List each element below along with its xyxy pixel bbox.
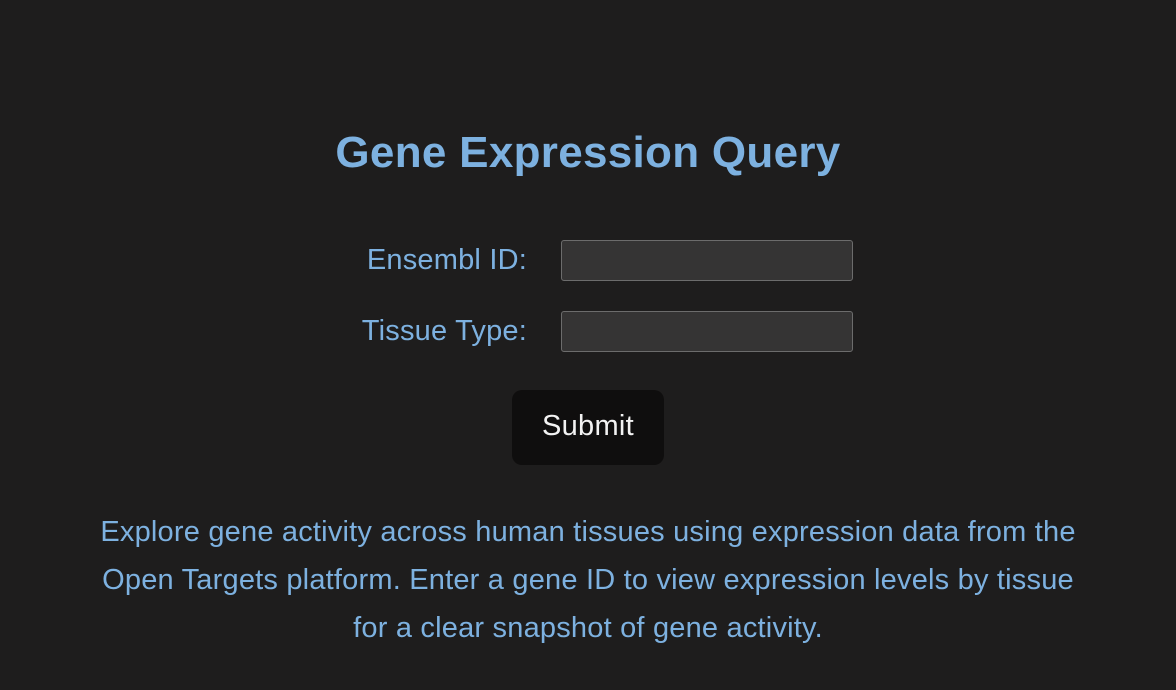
ensembl-id-input[interactable]: [561, 240, 853, 281]
description-text: Explore gene activity across human tissu…: [100, 509, 1076, 653]
ensembl-id-label: Ensembl ID:: [323, 244, 561, 277]
tissue-type-input[interactable]: [561, 311, 853, 352]
submit-button[interactable]: Submit: [512, 390, 664, 465]
tissue-type-row: Tissue Type:: [323, 311, 853, 352]
page-title: Gene Expression Query: [335, 128, 840, 178]
ensembl-id-row: Ensembl ID:: [323, 240, 853, 281]
query-form: Ensembl ID: Tissue Type: Submit: [323, 240, 853, 465]
tissue-type-label: Tissue Type:: [323, 315, 561, 348]
main-container: Gene Expression Query Ensembl ID: Tissue…: [0, 0, 1176, 653]
